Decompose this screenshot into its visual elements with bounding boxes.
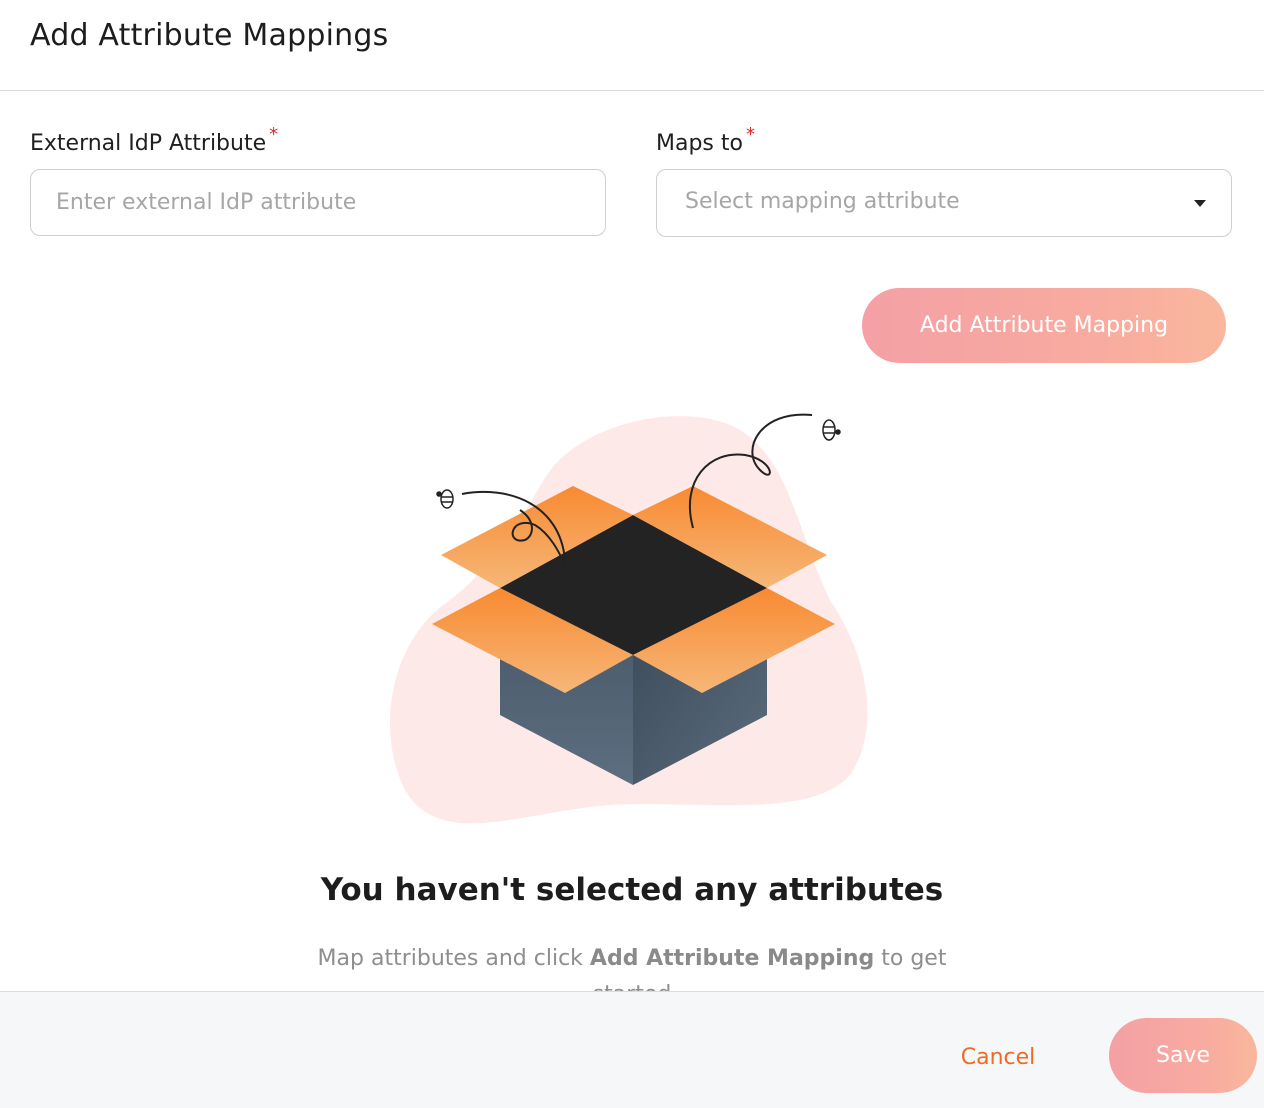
caret-down-icon [1194,200,1206,207]
save-button[interactable]: Save [1109,1018,1257,1093]
empty-state-desc-prefix: Map attributes and click [317,946,590,971]
external-idp-attribute-input[interactable] [30,169,606,236]
empty-state-desc-bold: Add Attribute Mapping [589,946,875,971]
empty-state-title: You haven't selected any attributes [320,872,944,908]
maps-to-label: Maps to * [656,124,755,156]
required-marker: * [269,124,279,145]
empty-state-description: Map attributes and click Add Attribute M… [290,941,974,991]
add-attribute-mappings-dialog: Add Attribute Mappings External IdP Attr… [0,0,1264,1108]
dialog-header: Add Attribute Mappings [0,0,1264,91]
open-box-with-bees-illustration [390,413,868,824]
external-idp-attribute-label-text: External IdP Attribute [30,131,267,156]
add-attribute-mapping-button[interactable]: Add Attribute Mapping [862,288,1226,363]
bee-icon-left [436,489,454,509]
dialog-title: Add Attribute Mappings [30,18,389,53]
cancel-button[interactable]: Cancel [940,1032,1056,1082]
maps-to-label-text: Maps to [656,131,743,156]
maps-to-select[interactable]: Select mapping attribute [656,169,1232,237]
bee-icon-right [822,419,841,441]
dialog-footer: Cancel Save [0,991,1264,1108]
maps-to-select-placeholder: Select mapping attribute [685,189,960,214]
external-idp-attribute-label: External IdP Attribute * [30,124,278,156]
required-marker: * [745,124,755,145]
